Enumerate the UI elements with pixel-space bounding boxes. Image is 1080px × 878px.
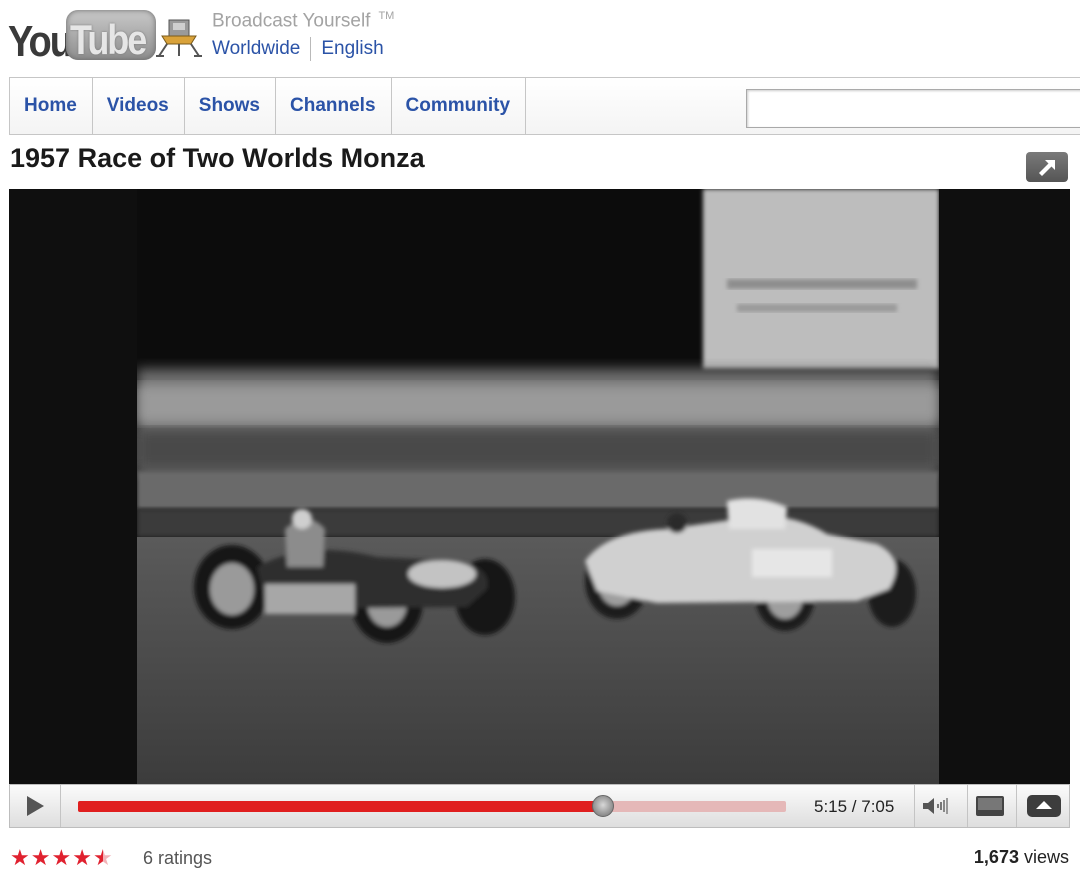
ratings-count: 6 ratings — [143, 848, 213, 868]
time-display: 5:15 / 7:05 — [814, 797, 895, 816]
video-frame — [137, 189, 939, 784]
star-icon: ★ — [72, 845, 92, 870]
scrubber-handle[interactable] — [592, 795, 615, 817]
trademark: TM — [378, 10, 395, 22]
popout-button[interactable] — [1026, 152, 1068, 182]
volume-icon — [923, 798, 948, 814]
nav-tab-community[interactable]: Community — [392, 78, 527, 134]
search-input[interactable] — [746, 89, 1080, 128]
star-rating[interactable]: ★ ★ ★ ★ ★ — [10, 845, 113, 871]
fullscreen-button[interactable] — [1016, 785, 1071, 827]
nav-tab-videos[interactable]: Videos — [93, 78, 185, 134]
progress-bar[interactable] — [78, 795, 786, 817]
logo-tube-badge: Tube — [66, 10, 156, 63]
popout-icon — [1039, 160, 1055, 176]
fullscreen-icon — [1027, 795, 1061, 817]
locale-divider — [310, 37, 312, 61]
player-size-icon — [976, 796, 1004, 816]
views-number: 1,673 — [973, 847, 1019, 867]
play-button[interactable] — [10, 785, 61, 827]
progress-fill — [78, 801, 604, 812]
language-link[interactable]: English — [321, 38, 383, 60]
lunar-lander-icon — [156, 19, 202, 57]
volume-button[interactable] — [914, 785, 957, 827]
youtube-logo[interactable]: You Tube — [8, 8, 202, 67]
player-controls: 5:15 / 7:05 — [9, 784, 1070, 828]
video-player[interactable] — [9, 189, 1070, 784]
star-half-icon: ★ — [92, 845, 113, 870]
nav-tab-shows[interactable]: Shows — [185, 78, 276, 134]
region-link[interactable]: Worldwide — [212, 38, 300, 60]
tagline-text: Broadcast Yourself — [212, 10, 371, 32]
video-still — [137, 189, 939, 784]
star-icon: ★ — [51, 845, 72, 870]
view-count: 1,673 views — [974, 847, 1069, 868]
star-icon: ★ — [10, 845, 30, 870]
player-size-button[interactable] — [967, 785, 1012, 827]
nav-tab-home[interactable]: Home — [10, 78, 93, 134]
locale-selector: Worldwide English — [212, 37, 384, 61]
play-icon — [27, 796, 44, 816]
star-icon: ★ — [30, 845, 51, 870]
views-label: views — [1023, 847, 1069, 867]
tagline: Broadcast Yourself TM — [212, 10, 394, 32]
logo-tube-text: Tube — [70, 16, 147, 64]
video-title: 1957 Race of Two Worlds Monza — [10, 143, 425, 173]
nav-tab-channels[interactable]: Channels — [276, 78, 392, 134]
logo-you-text: You — [8, 18, 73, 67]
